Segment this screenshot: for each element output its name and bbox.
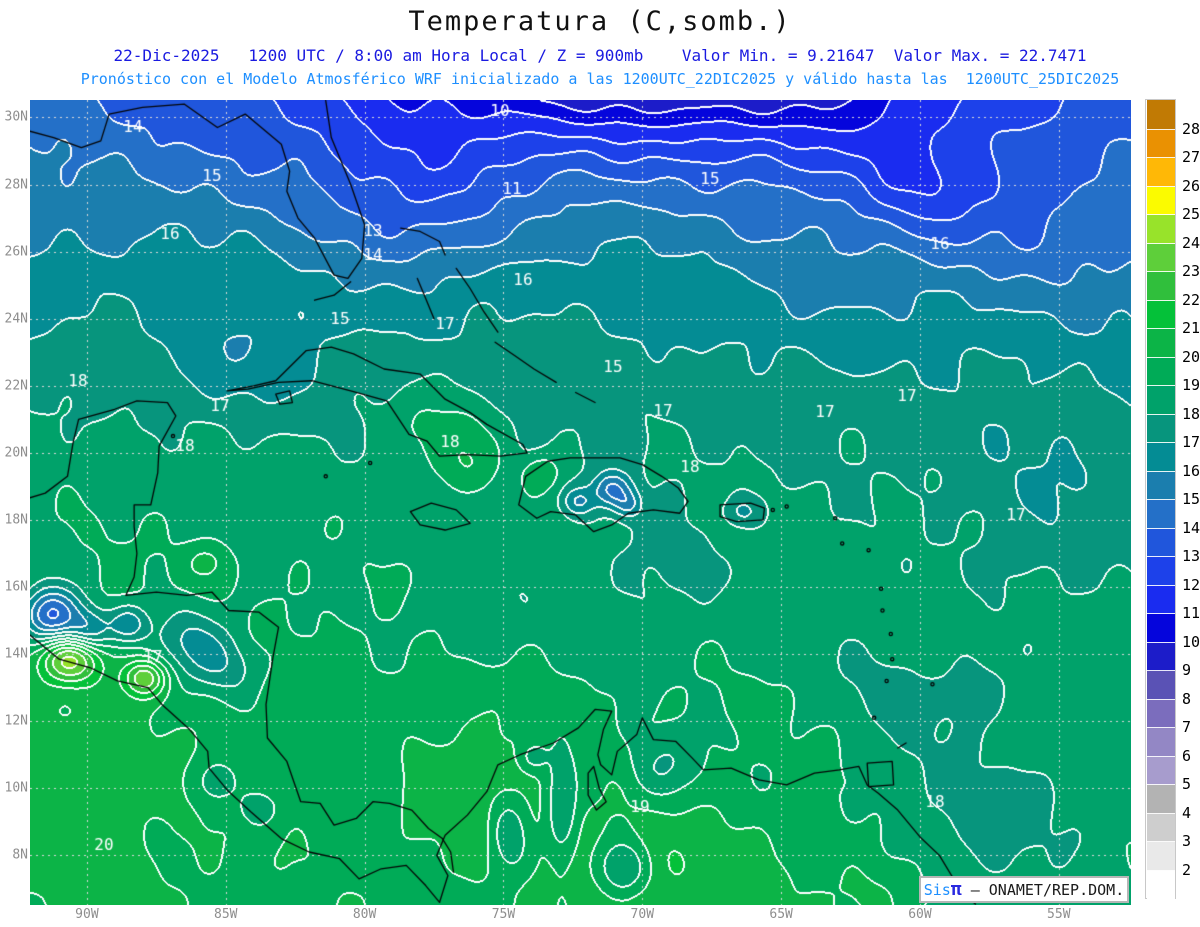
colorbar-tick-label: 13 <box>1182 547 1200 565</box>
colorbar-segment <box>1147 698 1175 728</box>
colorbar-segment <box>1147 157 1175 187</box>
colorbar-tick-label: 14 <box>1182 518 1200 537</box>
attribution-badge: Sis π – ONAMET/REP.DOM. <box>919 876 1129 903</box>
lat-axis-label: 20N <box>4 445 28 461</box>
colorbar-segment <box>1147 841 1175 871</box>
colorbar-segment <box>1147 328 1175 358</box>
colorbar-segment <box>1147 641 1175 671</box>
colorbar-tick-label: 20 <box>1182 347 1200 366</box>
colorbar-segment <box>1147 812 1175 842</box>
lon-axis-label: 85W <box>214 907 238 922</box>
lat-axis-label: 26N <box>4 244 28 260</box>
colorbar-segment <box>1147 299 1175 329</box>
lon-axis-label: 60W <box>908 907 932 922</box>
model-init-line: Pronóstico con el Modelo Atmosférico WRF… <box>80 70 1120 88</box>
forecast-datetime-line: 22-Dic-2025 1200 UTC / 8:00 am Hora Loca… <box>113 46 1087 65</box>
colorbar-segment <box>1147 214 1175 244</box>
colorbar-tick-label: 16 <box>1182 461 1200 480</box>
colorbar-segment <box>1147 442 1175 472</box>
colorbar-tick-label: 7 <box>1182 718 1192 736</box>
colorbar-tick-label: 15 <box>1182 490 1200 508</box>
lat-axis-label: 28N <box>4 177 28 193</box>
colorbar-segment <box>1147 413 1175 443</box>
colorbar-tick-label: 6 <box>1182 746 1192 765</box>
colorbar-segment <box>1147 556 1175 586</box>
lat-axis-label: 8N <box>12 847 28 863</box>
colorbar-tick-label: 27 <box>1182 148 1200 166</box>
lat-axis-label: 30N <box>4 109 28 125</box>
colorbar-tick-label: 10 <box>1182 632 1200 651</box>
lat-axis-label: 10N <box>4 780 28 796</box>
colorbar-tick-label: 25 <box>1182 205 1200 223</box>
lat-axis-label: 16N <box>4 579 28 595</box>
colorbar-tick-label: 3 <box>1182 832 1192 850</box>
lon-axis-label: 65W <box>769 907 793 922</box>
pi-symbol: π <box>950 878 962 900</box>
lat-axis-label: 22N <box>4 378 28 394</box>
colorbar-segment <box>1147 100 1175 130</box>
colorbar-tick-label: 4 <box>1182 803 1192 822</box>
colorbar-tick-label: 21 <box>1182 319 1200 337</box>
page-title: Temperatura (C,somb.) <box>408 6 792 37</box>
colorbar-tick-label: 9 <box>1182 661 1192 679</box>
colorbar-tick-label: 22 <box>1182 290 1200 309</box>
weather-map-page: Temperatura (C,somb.) 22-Dic-2025 1200 U… <box>0 0 1200 927</box>
colorbar-segment <box>1147 242 1175 272</box>
colorbar-tick-label: 23 <box>1182 262 1200 280</box>
colorbar-segment <box>1147 385 1175 415</box>
colorbar-tick-label: 11 <box>1182 604 1200 622</box>
colorbar-tick-label: 26 <box>1182 176 1200 195</box>
colorbar-segment <box>1147 499 1175 529</box>
colorbar-segment <box>1147 727 1175 757</box>
colorbar-tick-label: 12 <box>1182 575 1200 594</box>
colorbar-tick-label: 18 <box>1182 404 1200 423</box>
colorbar-segment <box>1147 784 1175 814</box>
lon-axis-label: 80W <box>352 907 377 922</box>
colorbar-tick-label: 8 <box>1182 689 1192 708</box>
lon-axis-label: 55W <box>1047 907 1071 922</box>
colorbar-tick-label: 2 <box>1182 860 1192 879</box>
lat-axis-label: 14N <box>4 646 28 662</box>
lon-axis-label: 75W <box>491 907 516 922</box>
colorbar-tick-label: 28 <box>1182 119 1200 138</box>
lat-axis-label: 12N <box>4 713 28 729</box>
temperature-contour-map-canvas <box>30 100 1131 905</box>
colorbar-segment <box>1147 869 1175 899</box>
colorbar-segment <box>1147 584 1175 614</box>
colorbar-tick-label: 5 <box>1182 775 1192 793</box>
colorbar-segment <box>1147 128 1175 158</box>
colorbar-segment <box>1147 185 1175 215</box>
lon-axis-label: 70W <box>630 907 655 922</box>
source-label: – ONAMET/REP.DOM. <box>961 880 1125 899</box>
lat-axis-label: 18N <box>4 512 28 528</box>
colorbar-tick-label: 24 <box>1182 233 1200 252</box>
colorbar-tick-label: 19 <box>1182 376 1200 394</box>
colorbar-segment <box>1147 470 1175 500</box>
colorbar-tick-label: 17 <box>1182 433 1200 451</box>
colorbar-segment <box>1147 527 1175 557</box>
lon-axis-label: 90W <box>75 907 99 922</box>
colorbar-segment <box>1147 271 1175 301</box>
colorbar-segment <box>1147 755 1175 785</box>
lat-axis-label: 24N <box>4 311 28 327</box>
colorbar-segment <box>1147 356 1175 386</box>
sispi-product-label: Sis <box>923 880 951 899</box>
colorbar-segment <box>1147 613 1175 643</box>
colorbar-segment <box>1147 670 1175 700</box>
